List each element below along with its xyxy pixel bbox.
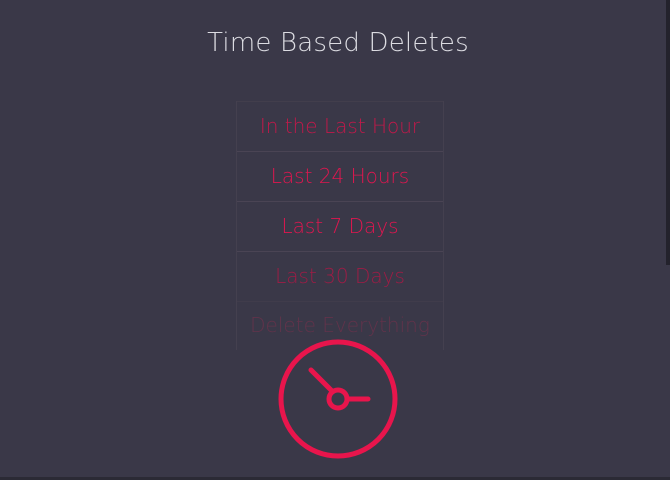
clock-icon-graphic (278, 339, 398, 459)
option-last-24-hours[interactable]: Last 24 Hours (237, 152, 443, 202)
option-last-7-days[interactable]: Last 7 Days (237, 202, 443, 252)
clock-hour-hand (308, 367, 334, 393)
clock-center (326, 387, 350, 411)
page-title: Time Based Deletes (207, 28, 469, 58)
clock-icon[interactable] (276, 337, 400, 461)
clock-face (278, 339, 398, 459)
option-last-hour[interactable]: In the Last Hour (237, 101, 443, 152)
option-last-30-days[interactable]: Last 30 Days (237, 252, 443, 302)
time-range-list: In the Last Hour Last 24 Hours Last 7 Da… (236, 101, 444, 350)
